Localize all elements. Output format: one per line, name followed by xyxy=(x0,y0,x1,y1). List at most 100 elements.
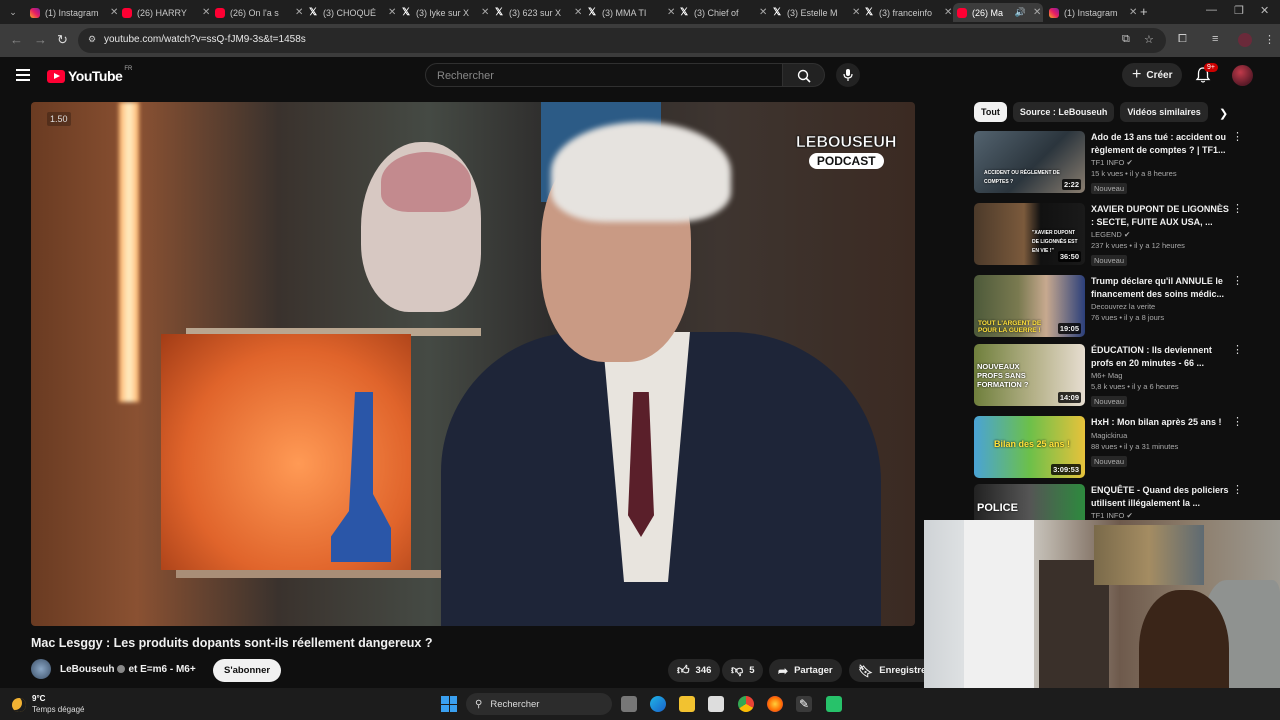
browser-tab[interactable]: (1) Instagram ✕ xyxy=(30,3,120,22)
create-button[interactable]: + Créer xyxy=(1122,63,1183,87)
voice-search-button[interactable] xyxy=(836,63,860,87)
more-options-icon[interactable]: ⋮ xyxy=(1232,485,1243,496)
video-thumbnail[interactable]: POLICE xyxy=(974,484,1085,520)
browser-tab[interactable]: 𝕏 (3) MMA TI ✕ xyxy=(587,3,677,22)
close-icon[interactable]: ✕ xyxy=(667,7,677,18)
task-view-icon[interactable] xyxy=(621,696,637,712)
close-icon[interactable]: ✕ xyxy=(852,7,862,18)
channel-name[interactable]: TF1 INFO xyxy=(1091,511,1124,520)
close-window-icon[interactable]: ✕ xyxy=(1260,4,1269,17)
more-options-icon[interactable]: ⋮ xyxy=(1232,276,1243,287)
video-title[interactable]: HxH : Mon bilan après 25 ans ! xyxy=(1091,416,1231,429)
minimize-icon[interactable]: — xyxy=(1206,4,1217,16)
channel-name[interactable]: LeBouseuh xyxy=(60,664,114,675)
search-box[interactable] xyxy=(425,63,783,87)
browser-tab[interactable]: 𝕏 (3) franceinfo ✕ xyxy=(864,3,954,22)
maximize-icon[interactable]: ❐ xyxy=(1234,4,1244,17)
bookmark-star-icon[interactable]: ☆ xyxy=(1144,33,1154,46)
browser-tab[interactable]: (26) On l'a s ✕ xyxy=(215,3,305,22)
video-thumbnail[interactable]: "XAVIER DUPONT DE LIGONNÈS EST EN VIE !"… xyxy=(974,203,1085,265)
more-options-icon[interactable]: ⋮ xyxy=(1232,132,1243,143)
file-explorer-icon[interactable] xyxy=(679,696,695,712)
share-button[interactable]: ➦ Partager xyxy=(769,659,842,682)
search-input[interactable] xyxy=(435,69,769,83)
channel-info[interactable]: LeBouseuh et E=m6 - M6+ xyxy=(60,664,196,675)
chrome-icon[interactable] xyxy=(738,696,754,712)
tab-groups-icon[interactable]: ≡ xyxy=(1212,33,1218,45)
menu-icon[interactable] xyxy=(16,69,30,81)
close-icon[interactable]: ✕ xyxy=(202,7,212,18)
chip-source[interactable]: Source : LeBouseuh xyxy=(1012,102,1115,122)
chip-similar[interactable]: Vidéos similaires xyxy=(1120,102,1208,122)
search-button[interactable] xyxy=(783,63,825,87)
more-options-icon[interactable]: ⋮ xyxy=(1232,204,1243,215)
browser-tab[interactable]: 𝕏 (3) Estelle M ✕ xyxy=(772,3,862,22)
notifications-button[interactable]: 9+ xyxy=(1195,63,1218,85)
edge-icon[interactable] xyxy=(650,696,666,712)
browser-tab[interactable]: 𝕏 (3) lyke sur X ✕ xyxy=(401,3,491,22)
recommended-video[interactable]: POLICE ENQUÊTE - Quand des policiers uti… xyxy=(974,484,1274,520)
recommended-video[interactable]: ACCIDENT OU RÈGLEMENT DE COMPTES ? 2:22 … xyxy=(974,131,1274,194)
reload-icon[interactable]: ↻ xyxy=(57,32,68,48)
account-avatar[interactable] xyxy=(1232,65,1253,86)
collab-channel[interactable]: et E=m6 - M6+ xyxy=(128,664,195,675)
store-icon[interactable] xyxy=(708,696,724,712)
chevron-right-icon[interactable]: ❯ xyxy=(1219,107,1228,120)
browser-tab-active[interactable]: (26) Ma 🔊 ✕ xyxy=(953,3,1043,22)
video-title[interactable]: ÉDUCATION : Ils deviennent profs en 20 m… xyxy=(1091,344,1231,369)
close-icon[interactable]: ✕ xyxy=(1033,7,1043,18)
taskbar-search[interactable]: ⚲ Rechercher xyxy=(466,693,612,715)
video-thumbnail[interactable]: Bilan des 25 ans ! 3:09:53 xyxy=(974,416,1085,478)
channel-name[interactable]: TF1 INFO xyxy=(1091,158,1124,167)
video-title[interactable]: Ado de 13 ans tué : accident ou règlemen… xyxy=(1091,131,1231,156)
browser-tab[interactable]: 𝕏 (3) 623 sur X ✕ xyxy=(494,3,584,22)
tab-search-chevron-icon[interactable]: ⌄ xyxy=(6,5,20,19)
close-icon[interactable]: ✕ xyxy=(759,7,769,18)
dislike-button[interactable]: 👎︎ 5 xyxy=(722,659,764,682)
windows-start-icon[interactable] xyxy=(441,696,457,712)
app-icon[interactable]: ✎ xyxy=(796,696,812,712)
like-button[interactable]: 👍︎ 346 xyxy=(668,659,721,682)
channel-name[interactable]: Magickirua xyxy=(1091,431,1231,440)
close-icon[interactable]: ✕ xyxy=(295,7,305,18)
close-icon[interactable]: ✕ xyxy=(388,7,398,18)
speaker-icon[interactable]: 🔊 xyxy=(1015,7,1026,18)
video-thumbnail[interactable]: NOUVEAUX PROFS SANS FORMATION ? 14:09 xyxy=(974,344,1085,406)
forward-icon[interactable]: → xyxy=(34,32,47,47)
video-thumbnail[interactable]: TOUT L'ARGENT DE POUR LA GUERRE ! 19:05 xyxy=(974,275,1085,337)
close-icon[interactable]: ✕ xyxy=(481,7,491,18)
video-title[interactable]: ENQUÊTE - Quand des policiers utilisent … xyxy=(1091,484,1231,509)
recommended-video[interactable]: "XAVIER DUPONT DE LIGONNÈS EST EN VIE !"… xyxy=(974,203,1274,266)
more-options-icon[interactable]: ⋮ xyxy=(1232,345,1243,356)
weather-widget[interactable]: 9°C Temps dégagé xyxy=(12,694,84,715)
recommended-video[interactable]: NOUVEAUX PROFS SANS FORMATION ? 14:09 ÉD… xyxy=(974,344,1274,407)
new-tab-button[interactable]: + xyxy=(1140,4,1148,19)
close-icon[interactable]: ✕ xyxy=(110,7,120,18)
youtube-logo[interactable]: YouTube FR xyxy=(47,66,132,84)
more-options-icon[interactable]: ⋮ xyxy=(1232,417,1243,428)
browser-tab[interactable]: (1) Instagram ✕ xyxy=(1049,3,1139,22)
extensions-icon[interactable]: ⧠ xyxy=(1178,33,1187,46)
channel-name[interactable]: LEGEND xyxy=(1091,230,1122,239)
video-player[interactable]: 1.50 LEBOUSEUH PODCAST xyxy=(31,102,915,626)
close-icon[interactable]: ✕ xyxy=(574,7,584,18)
chrome-menu-icon[interactable]: ⋮ xyxy=(1264,33,1275,46)
recommended-video[interactable]: TOUT L'ARGENT DE POUR LA GUERRE ! 19:05 … xyxy=(974,275,1274,337)
omnibox[interactable]: ⚙ youtube.com/watch?v=ssQ-fJM9-3s&t=1458… xyxy=(78,28,1166,53)
browser-tab[interactable]: 𝕏 (3) Chief of ✕ xyxy=(679,3,769,22)
video-thumbnail[interactable]: ACCIDENT OU RÈGLEMENT DE COMPTES ? 2:22 xyxy=(974,131,1085,193)
video-title[interactable]: Trump déclare qu'il ANNULE le financemen… xyxy=(1091,275,1231,300)
close-icon[interactable]: ✕ xyxy=(1129,7,1139,18)
browser-tab[interactable]: (26) HARRY ✕ xyxy=(122,3,212,22)
video-title[interactable]: XAVIER DUPONT DE LIGONNÈS : SECTE, FUITE… xyxy=(1091,203,1231,228)
subscribe-button[interactable]: S'abonner xyxy=(213,659,282,682)
chip-all[interactable]: Tout xyxy=(974,102,1007,122)
recommended-video[interactable]: Bilan des 25 ans ! 3:09:53 HxH : Mon bil… xyxy=(974,416,1274,478)
site-info-icon[interactable]: ⚙ xyxy=(88,34,100,46)
app-icon-green[interactable] xyxy=(826,696,842,712)
back-icon[interactable]: ← xyxy=(10,32,23,47)
channel-avatar[interactable] xyxy=(31,659,51,679)
channel-name[interactable]: Decouvrez la verite xyxy=(1091,302,1231,311)
firefox-icon[interactable] xyxy=(767,696,783,712)
url-text[interactable]: youtube.com/watch?v=ssQ-fJM9-3s&t=1458s xyxy=(104,34,306,45)
